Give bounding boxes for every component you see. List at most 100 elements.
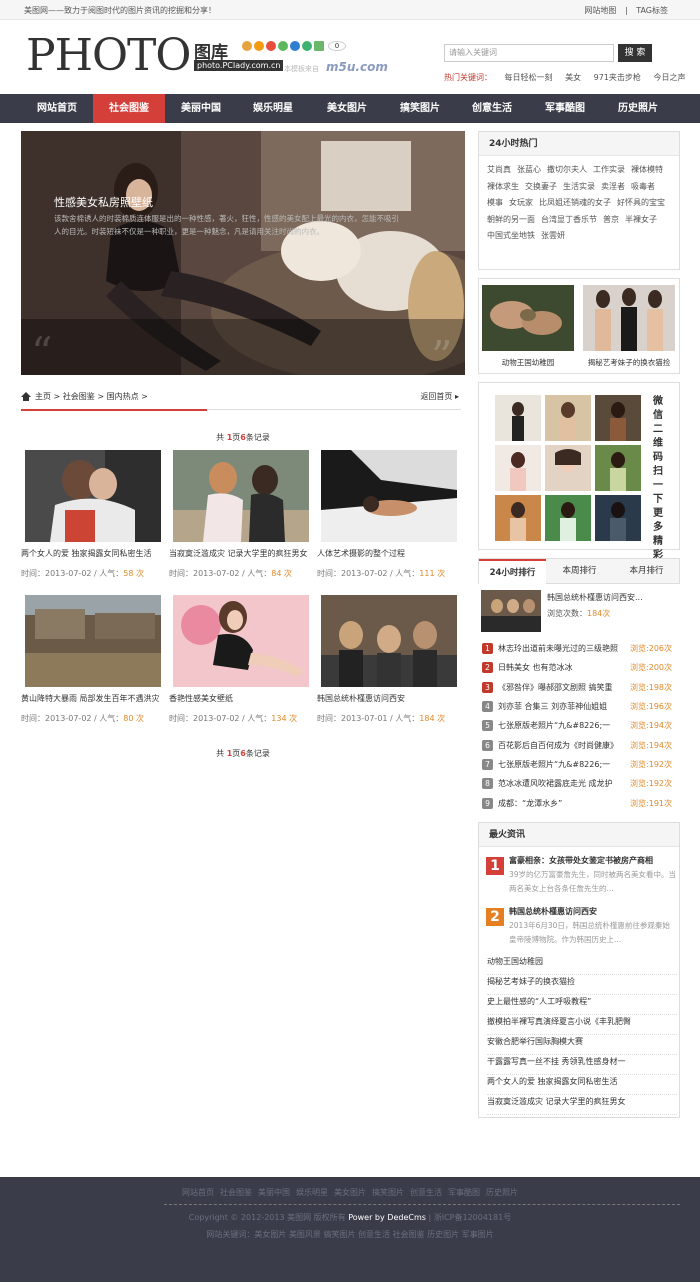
rank-title[interactable]: 七张原版老照片“九&#8226;一 [498, 720, 630, 731]
article-title[interactable]: 香艳性感美女壁纸 [169, 693, 315, 704]
rank-title[interactable]: 七张原版老照片“九&#8226;一 [498, 759, 630, 770]
tag-link[interactable]: 好怀具的宝宝 [617, 195, 665, 212]
hot-keyword[interactable]: 971夹击步枪 [594, 73, 641, 82]
rank-row[interactable]: 7 七张原版老照片“九&#8226;一 浏览:192次 [482, 757, 678, 773]
news-featured-title[interactable]: 富豪相亲：女孩带处女鉴定书被房产商相 [509, 855, 653, 866]
power-by-link[interactable]: Power by DedeCms [348, 1213, 426, 1222]
rank-row[interactable]: 1 林志玲出道前未曝光过的三级艳照 浏览:206次 [482, 641, 678, 657]
rank-title[interactable]: 日韩美女 也有范冰冰 [498, 662, 630, 673]
rank-top-title[interactable]: 韩国总统朴槿惠访问西安... [547, 592, 643, 603]
footer-link[interactable]: 搞笑图片 [372, 1188, 404, 1197]
rank-title[interactable]: 林志玲出道前未曝光过的三级艳照 [498, 643, 630, 654]
tag-link[interactable]: 生活实录 [563, 179, 595, 196]
footer-link[interactable]: 网站首页 [182, 1188, 214, 1197]
tag-link[interactable]: 艾尚真 [487, 162, 511, 179]
icp-text[interactable]: | 浙ICP备12004181号 [428, 1213, 511, 1222]
tab-week[interactable]: 本周排行 [546, 559, 613, 584]
m5u-logo[interactable]: m5u.com [326, 60, 388, 74]
grid-photo[interactable] [595, 495, 641, 541]
article-title[interactable]: 韩国总统朴槿惠访问西安 [317, 693, 463, 704]
pair-thumb[interactable] [482, 285, 574, 351]
rank-title[interactable]: 《邪咎伴》曝郝邵文剧照 搞笑重 [498, 682, 630, 693]
more-share-icon[interactable] [314, 41, 324, 51]
tag-link[interactable]: TAG标签 [636, 6, 668, 15]
rank-row[interactable]: 2 日韩美女 也有范冰冰 浏览:200次 [482, 660, 678, 676]
news-item[interactable]: 揭秘艺考妹子的换衣猫捡 [487, 975, 677, 995]
rank-title[interactable]: 范冰冰遭风吹裙露底走光 成龙护 [498, 778, 630, 789]
hero-title[interactable]: 性感美女私房照壁纸 [54, 194, 153, 210]
rank-top-item[interactable]: 韩国总统朴槿惠访问西安... 浏览次数：184次 [481, 590, 681, 634]
footer-link[interactable]: 创意生活 [410, 1188, 442, 1197]
nav-life[interactable]: 创意生活 [456, 94, 528, 123]
tag-link[interactable]: 工作实录 [593, 162, 625, 179]
tab-24h[interactable]: 24小时排行 [479, 559, 546, 584]
rank-row[interactable]: 9 成都：“龙潭水乡” 浏览:191次 [482, 796, 678, 812]
nav-home[interactable]: 网站首页 [21, 94, 93, 123]
tag-link[interactable]: 模事 [487, 195, 503, 212]
news-item[interactable]: 安徽合肥举行国际胸模大赛 [487, 1035, 677, 1055]
tag-link[interactable]: 交换妻子 [525, 179, 557, 196]
footer-link[interactable]: 美女图片 [334, 1188, 366, 1197]
footer-link[interactable]: 美丽中国 [258, 1188, 290, 1197]
news-item[interactable]: 两个女人的爱 独家揭露女同私密生活 [487, 1075, 677, 1095]
news-item[interactable]: 撤模拍半裸写真演绎夏言小说《丰乳肥臀 [487, 1015, 677, 1035]
hot-keyword[interactable]: 美女 [565, 73, 581, 82]
tag-link[interactable]: 半裸女子 [625, 212, 657, 229]
rank-row[interactable]: 8 范冰冰遭风吹裙露底走光 成龙护 浏览:192次 [482, 776, 678, 792]
tag-link[interactable]: 普京 [603, 212, 619, 229]
article-thumb[interactable] [173, 450, 309, 542]
rank-row[interactable]: 5 七张原版老照片“九&#8226;一 浏览:194次 [482, 718, 678, 734]
pair-thumb[interactable] [583, 285, 675, 351]
renren-icon[interactable] [290, 41, 300, 51]
grid-photo[interactable] [495, 395, 541, 441]
grid-photo[interactable] [595, 395, 641, 441]
news-featured[interactable]: 2 韩国总统朴槿惠访问西安 2013年6月30日，韩国总统朴槿惠前往参观秦始皇帝… [484, 906, 676, 952]
douban-icon[interactable] [302, 41, 312, 51]
tag-link[interactable]: 张雲妍 [541, 228, 565, 245]
tag-link[interactable]: 比凤姐还销魂的女子 [539, 195, 611, 212]
qzone-icon[interactable] [254, 41, 264, 51]
back-home-link[interactable]: 返回首页 ▸ [420, 391, 459, 402]
favorite-icon[interactable] [242, 41, 252, 51]
tag-link[interactable]: 张蓝心 [517, 162, 541, 179]
nav-history[interactable]: 历史照片 [602, 94, 674, 123]
news-featured-title[interactable]: 韩国总统朴槿惠访问西安 [509, 906, 597, 917]
footer-link[interactable]: 社会图鉴 [220, 1188, 252, 1197]
rank-row[interactable]: 6 百花影后自百何成为《时尚健康》 浏览:194次 [482, 738, 678, 754]
article-card[interactable]: 香艳性感美女壁纸 时间：2013-07-02 / 人气：134 次 [169, 595, 315, 724]
rank-title[interactable]: 百花影后自百何成为《时尚健康》 [498, 740, 630, 751]
article-thumb[interactable] [321, 450, 457, 542]
tag-link[interactable]: 裸体模特 [631, 162, 663, 179]
article-card[interactable]: 黄山降特大暴雨 局部发生百年不遇洪灾 时间：2013-07-02 / 人气：80… [21, 595, 167, 724]
tag-link[interactable]: 撒切尔夫人 [547, 162, 587, 179]
article-thumb[interactable] [25, 595, 161, 687]
rank-top-thumb[interactable] [481, 590, 541, 632]
tab-month[interactable]: 本月排行 [613, 559, 680, 584]
news-item[interactable]: 动物王国幼稚园 [487, 955, 677, 975]
news-item[interactable]: 干露露写真一丝不挂 秀领乳性感身材一 [487, 1055, 677, 1075]
rank-row[interactable]: 3 《邪咎伴》曝郝邵文剧照 搞笑重 浏览:198次 [482, 680, 678, 696]
footer-link[interactable]: 军事酷图 [448, 1188, 480, 1197]
footer-link[interactable]: 娱乐明星 [296, 1188, 328, 1197]
grid-photo[interactable] [595, 445, 641, 491]
article-card[interactable]: 人体艺术摄影的整个过程 时间：2013-07-02 / 人气：111 次 [317, 450, 463, 579]
pair-item[interactable]: 揭秘艺考妹子的换衣猫捡 [583, 285, 675, 368]
weibo-icon[interactable] [266, 41, 276, 51]
tag-link[interactable]: 台湾显丁香乐节 [541, 212, 597, 229]
hot-keyword[interactable]: 每日轻松一刻 [505, 73, 553, 82]
tag-link[interactable]: 朝鲜的另一面 [487, 212, 535, 229]
article-thumb[interactable] [321, 595, 457, 687]
footer-link[interactable]: 历史照片 [486, 1188, 518, 1197]
tag-link[interactable]: 女玩家 [509, 195, 533, 212]
article-thumb[interactable] [173, 595, 309, 687]
nav-society[interactable]: 社会图鉴 [93, 94, 165, 123]
news-featured[interactable]: 1 富豪相亲：女孩带处女鉴定书被房产商相 39岁的亿万富豪詹先生，同时被两名美女… [484, 855, 676, 901]
pair-caption[interactable]: 动物王国幼稚园 [482, 357, 574, 368]
grid-photo[interactable] [495, 445, 541, 491]
tag-link[interactable]: 裸体求生 [487, 179, 519, 196]
hero-slide[interactable]: “ ” [21, 131, 465, 375]
grid-photo[interactable] [545, 445, 591, 491]
rank-title[interactable]: 成都：“龙潭水乡” [498, 798, 630, 809]
nav-china[interactable]: 美丽中国 [165, 94, 237, 123]
sitemap-link[interactable]: 网站地图 [584, 6, 616, 15]
